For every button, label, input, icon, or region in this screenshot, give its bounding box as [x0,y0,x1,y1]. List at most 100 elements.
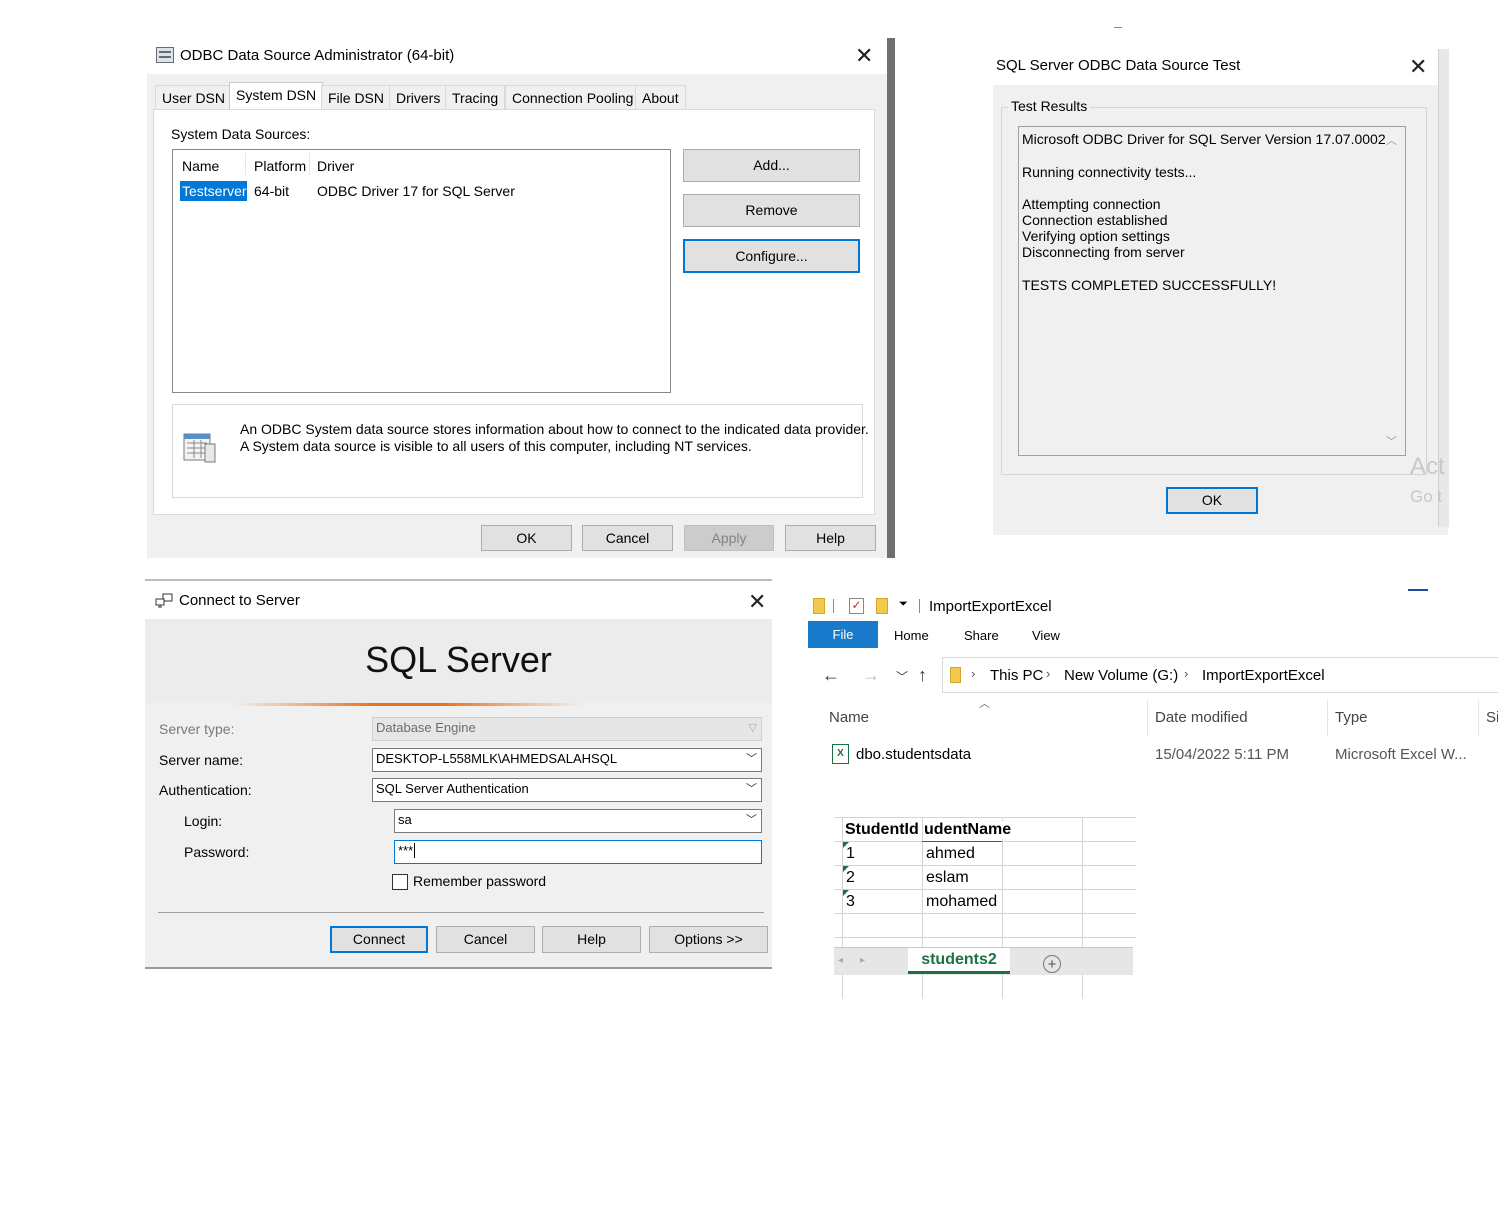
column-header-date[interactable]: Date modified [1155,709,1248,726]
ribbon-tab-file[interactable]: File [808,621,878,648]
sheet-tab-students2[interactable]: students2 [908,948,1010,974]
list-item[interactable]: Testserver 64-bit ODBC Driver 17 for SQL… [173,181,653,201]
cell-id[interactable]: 3 [846,893,855,911]
login-combo[interactable]: sa ﹀ [394,809,762,833]
close-icon[interactable]: ✕ [855,45,873,67]
password-field[interactable]: *** [394,840,762,864]
toolbar-separator [919,599,920,613]
up-icon[interactable]: ↑ [918,665,927,686]
breadcrumb-this-pc[interactable]: This PC [990,667,1043,684]
server-type-label: Server type: [159,721,235,737]
column-header-name[interactable]: Name [182,158,219,174]
login-value: sa [398,812,412,827]
grid-line [834,817,1136,818]
properties-icon[interactable]: ✓ [849,598,864,614]
cell-id[interactable]: 2 [846,869,855,887]
header-cell-studentid[interactable]: StudentId [845,821,919,839]
options-button[interactable]: Options >> [649,926,768,953]
help-button[interactable]: Help [785,525,876,551]
quick-access-dropdown-icon[interactable]: ⏷ [899,598,908,611]
ribbon-tab-share[interactable]: Share [964,628,999,643]
apply-button[interactable]: Apply [684,525,774,551]
chevron-down-icon: ▽ [748,722,757,734]
folder-icon [950,667,961,683]
cancel-button[interactable]: Cancel [436,926,535,953]
column-header-name[interactable]: Name [829,709,869,726]
server-name-label: Server name: [159,752,244,768]
chevron-down-icon[interactable]: ﹀ [746,779,757,799]
authentication-label: Authentication: [159,782,252,798]
add-button[interactable]: Add... [683,149,860,182]
cell-name[interactable]: eslam [926,869,969,887]
dsn-list[interactable]: Name Platform Driver Testserver 64-bit O… [172,149,671,393]
column-header-driver[interactable]: Driver [317,158,354,174]
close-icon[interactable]: ✕ [1409,56,1427,78]
column-header-type[interactable]: Type [1335,709,1368,726]
odbc-app-icon [156,47,174,63]
test-window-title: SQL Server ODBC Data Source Test [996,57,1241,74]
configure-button[interactable]: Configure... [683,239,860,273]
grid-line [834,937,1136,938]
ok-button[interactable]: OK [481,525,572,551]
chevron-down-icon[interactable]: ﹀ [746,749,757,769]
add-sheet-icon[interactable]: + [1043,955,1061,973]
chevron-right-icon[interactable]: › [1046,666,1050,681]
cell-id[interactable]: 1 [846,845,855,863]
cell-name[interactable]: ahmed [926,845,975,863]
connect-window-title: Connect to Server [179,592,300,609]
forward-icon[interactable]: → [862,665,880,686]
server-name-combo[interactable]: DESKTOP-L558MLK\AHMEDSALAHSQL ﹀ [372,748,762,772]
remove-button[interactable]: Remove [683,194,860,227]
sheet-scroll-left-icon[interactable]: ◂ [838,955,843,966]
cancel-button[interactable]: Cancel [582,525,673,551]
address-bar[interactable]: › This PC › New Volume (G:) › ImportExpo… [942,657,1498,693]
folder-icon [813,598,825,614]
list-item[interactable]: X dbo.studentsdata 15/04/2022 5:11 PM Mi… [826,743,1496,767]
recent-locations-icon[interactable]: ﹀ [896,668,908,685]
new-folder-icon[interactable] [876,598,888,614]
chevron-down-icon[interactable]: ﹀ [746,810,757,830]
connect-window: Connect to Server ✕ SQL Server Server ty… [145,579,772,969]
excel-file-icon: X [832,744,849,764]
tab-user-dsn[interactable]: User DSN [155,85,233,109]
tab-system-dsn[interactable]: System DSN [229,82,324,110]
back-icon[interactable]: ← [822,665,840,686]
scroll-down-icon[interactable]: ﹀ [1386,433,1397,449]
grid-line [834,913,1136,914]
sheet-scroll-right-icon[interactable]: ▸ [860,955,865,966]
column-header-platform[interactable]: Platform [254,158,306,174]
active-cell-border [922,841,1002,842]
close-icon[interactable]: ✕ [748,591,766,613]
remember-password-label[interactable]: Remember password [413,873,546,889]
remember-password-checkbox[interactable] [392,874,408,890]
stray-mark [1114,27,1122,28]
server-type-select: Database Engine ▽ [372,717,762,741]
ribbon-tab-home[interactable]: Home [894,628,929,643]
header-cell-studentname[interactable]: udentName [924,821,1012,839]
tab-tracing[interactable]: Tracing [445,85,506,109]
chevron-right-icon[interactable]: › [971,666,975,681]
dsn-name-cell: Testserver [180,181,247,201]
chevron-right-icon[interactable]: › [1184,666,1188,681]
tab-connection-pooling[interactable]: Connection Pooling [505,85,641,109]
test-ok-button[interactable]: OK [1166,487,1258,514]
file-name: dbo.studentsdata [856,746,972,763]
ribbon-tab-view[interactable]: View [1032,628,1060,643]
breadcrumb-folder[interactable]: ImportExportExcel [1202,667,1325,684]
result-line-version: Microsoft ODBC Driver for SQL Server Ver… [1022,131,1386,147]
column-divider [1478,700,1479,736]
authentication-value: SQL Server Authentication [376,781,529,796]
authentication-select[interactable]: SQL Server Authentication ﹀ [372,778,762,802]
help-button[interactable]: Help [542,926,641,953]
test-results-text[interactable]: Microsoft ODBC Driver for SQL Server Ver… [1018,126,1406,456]
tab-file-dsn[interactable]: File DSN [321,85,392,109]
system-data-sources-label: System Data Sources: [171,126,311,142]
cell-name[interactable]: mohamed [926,893,997,911]
tab-drivers[interactable]: Drivers [389,85,448,109]
info-box: An ODBC System data source stores inform… [172,404,869,498]
column-header-size[interactable]: Si [1486,709,1498,726]
connect-button[interactable]: Connect [330,926,428,953]
tab-about[interactable]: About [635,85,686,109]
breadcrumb-volume[interactable]: New Volume (G:) [1064,667,1178,684]
scroll-up-icon[interactable]: ︿ [1386,132,1397,148]
